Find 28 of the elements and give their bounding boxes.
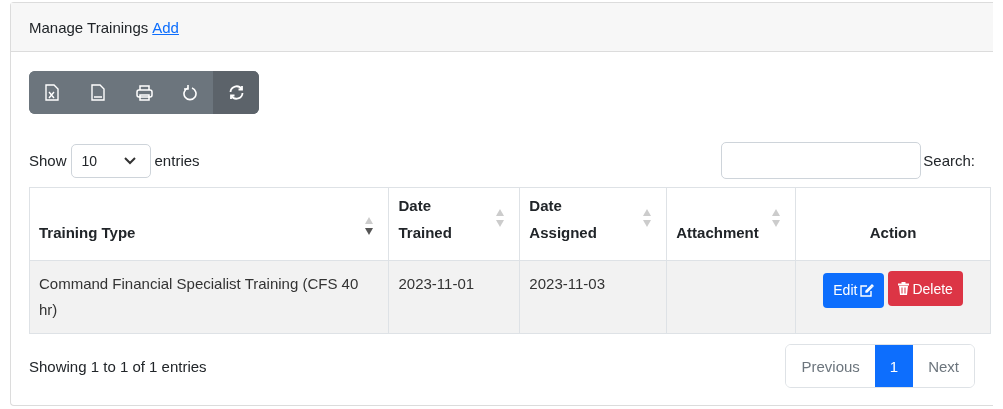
pagination-button[interactable]: 1 [874, 345, 914, 387]
trash-icon [898, 282, 910, 295]
column-header[interactable]: Date Assigned [519, 187, 667, 261]
search-field[interactable] [721, 142, 922, 179]
column-header[interactable]: Date Trained [389, 187, 520, 261]
print-icon [135, 84, 153, 101]
column-header[interactable]: Training Type [29, 187, 389, 261]
show-label: Show [29, 152, 67, 169]
undo-icon [182, 84, 198, 101]
table-info: Showing 1 to 1 of 1 entries [29, 357, 207, 375]
column-header[interactable]: Attachment [666, 187, 796, 261]
edit-button[interactable]: Edit [823, 272, 885, 308]
excel-file-icon [45, 84, 59, 101]
add-link[interactable]: Add [152, 18, 179, 36]
table-cell: Command Financial Specialist Training (CFS 40 hr) [29, 260, 389, 334]
table-cell: 2023-11-03 [519, 260, 667, 334]
table-cell: 2023-11-01 [389, 260, 520, 334]
search-label: Search: [923, 152, 975, 169]
column-header: Action [795, 187, 991, 261]
refresh-icon [227, 85, 245, 100]
delete-button[interactable]: Delete [888, 271, 963, 306]
edit-icon [860, 283, 875, 297]
csv-file-icon [91, 84, 105, 101]
entries-select[interactable]: 10 [70, 143, 151, 178]
toolbar-button[interactable] [213, 71, 259, 114]
chevron-down-icon [123, 156, 136, 165]
card-title: Manage Trainings [29, 18, 149, 36]
entries-label: entries [154, 152, 200, 169]
